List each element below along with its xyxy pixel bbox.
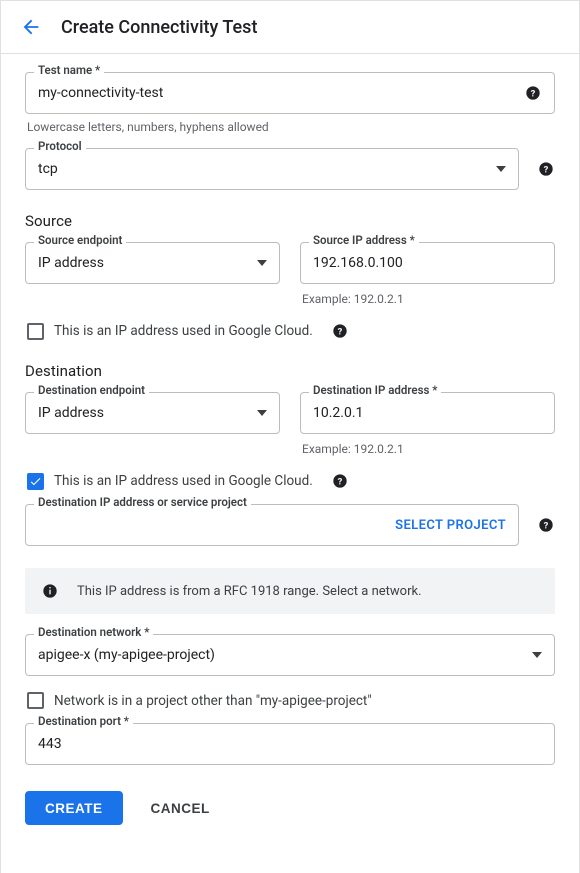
destination-ip-example: Example: 192.0.2.1 bbox=[302, 442, 555, 456]
chevron-down-icon bbox=[496, 166, 506, 172]
help-icon[interactable]: ? bbox=[331, 472, 349, 490]
source-ip-example: Example: 192.0.2.1 bbox=[302, 292, 555, 306]
svg-text:?: ? bbox=[544, 520, 549, 531]
source-heading: Source bbox=[25, 212, 555, 230]
source-endpoint-value: IP address bbox=[38, 255, 249, 271]
protocol-select[interactable]: Protocol tcp bbox=[25, 148, 519, 190]
destination-ip-input[interactable]: Destination IP address * 10.2.0.1 bbox=[300, 392, 555, 434]
source-ip-label: Source IP address * bbox=[309, 235, 419, 247]
destination-ip-value: 10.2.0.1 bbox=[313, 405, 542, 421]
destination-port-input[interactable]: Destination port * 443 bbox=[25, 723, 555, 765]
source-ip-value: 192.168.0.100 bbox=[313, 255, 542, 271]
svg-text:?: ? bbox=[337, 476, 342, 487]
chevron-down-icon bbox=[257, 260, 267, 266]
test-name-value: my-connectivity-test bbox=[38, 85, 516, 101]
page-header: Create Connectivity Test bbox=[1, 1, 579, 54]
source-ip-input[interactable]: Source IP address * 192.168.0.100 bbox=[300, 242, 555, 284]
source-endpoint-select[interactable]: Source endpoint IP address bbox=[25, 242, 280, 284]
select-project-button[interactable]: SELECT PROJECT bbox=[395, 518, 506, 533]
destination-endpoint-label: Destination endpoint bbox=[34, 385, 149, 397]
destination-network-select[interactable]: Destination network * apigee-x (my-apige… bbox=[25, 634, 555, 676]
rfc1918-info-banner: This IP address is from a RFC 1918 range… bbox=[25, 568, 555, 614]
destination-port-value: 443 bbox=[38, 736, 542, 752]
svg-text:?: ? bbox=[544, 164, 549, 175]
help-icon[interactable]: ? bbox=[331, 322, 349, 340]
destination-ip-label: Destination IP address * bbox=[309, 385, 441, 397]
destination-project-label: Destination IP address or service projec… bbox=[34, 497, 251, 509]
back-arrow-icon[interactable] bbox=[19, 15, 43, 39]
destination-gcloud-checkbox[interactable] bbox=[27, 473, 44, 490]
destination-endpoint-select[interactable]: Destination endpoint IP address bbox=[25, 392, 280, 434]
rfc1918-info-text: This IP address is from a RFC 1918 range… bbox=[77, 584, 422, 599]
destination-port-label: Destination port * bbox=[34, 716, 133, 728]
svg-text:?: ? bbox=[531, 88, 536, 99]
destination-heading: Destination bbox=[25, 362, 555, 380]
other-project-checkbox-label: Network is in a project other than "my-a… bbox=[54, 693, 372, 709]
destination-network-label: Destination network * bbox=[34, 627, 153, 639]
svg-text:?: ? bbox=[337, 326, 342, 337]
destination-gcloud-checkbox-label: This is an IP address used in Google Clo… bbox=[54, 473, 313, 489]
chevron-down-icon bbox=[532, 652, 542, 658]
other-project-checkbox[interactable] bbox=[27, 692, 44, 709]
destination-endpoint-value: IP address bbox=[38, 405, 249, 421]
protocol-label: Protocol bbox=[34, 141, 86, 153]
source-endpoint-label: Source endpoint bbox=[34, 235, 126, 247]
test-name-input[interactable]: Test name * my-connectivity-test ? bbox=[25, 72, 555, 114]
page-title: Create Connectivity Test bbox=[61, 17, 257, 38]
create-button[interactable]: CREATE bbox=[25, 791, 123, 825]
destination-project-field[interactable]: Destination IP address or service projec… bbox=[25, 504, 519, 546]
source-gcloud-checkbox[interactable] bbox=[27, 323, 44, 340]
cancel-button[interactable]: CANCEL bbox=[145, 791, 216, 825]
test-name-label: Test name * bbox=[34, 65, 104, 77]
test-name-helper: Lowercase letters, numbers, hyphens allo… bbox=[27, 120, 555, 134]
source-gcloud-checkbox-label: This is an IP address used in Google Clo… bbox=[54, 323, 313, 339]
info-icon bbox=[41, 582, 59, 600]
help-icon[interactable]: ? bbox=[537, 516, 555, 534]
protocol-value: tcp bbox=[38, 161, 488, 177]
destination-network-value: apigee-x (my-apigee-project) bbox=[38, 647, 524, 663]
help-icon[interactable]: ? bbox=[524, 84, 542, 102]
chevron-down-icon bbox=[257, 410, 267, 416]
help-icon[interactable]: ? bbox=[537, 160, 555, 178]
